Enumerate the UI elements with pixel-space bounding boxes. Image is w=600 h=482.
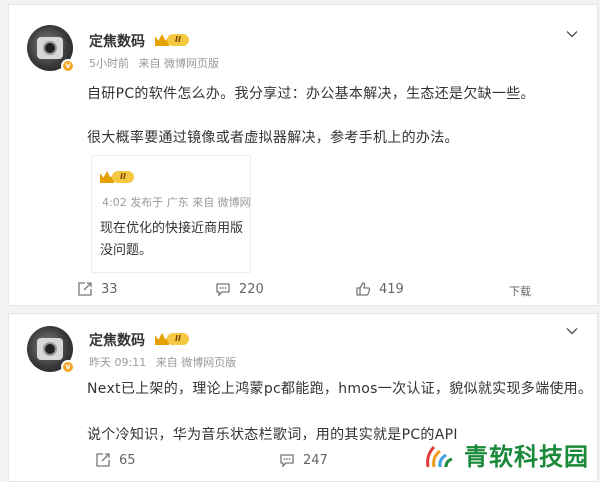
- verified-icon: v: [61, 360, 75, 374]
- share-icon: [77, 281, 93, 297]
- post-source: 来自 微博网页版: [138, 57, 220, 70]
- like-count: 419: [379, 281, 404, 297]
- share-count: 65: [119, 452, 136, 468]
- share-count: 33: [101, 281, 118, 297]
- share-button[interactable]: 33: [77, 281, 118, 297]
- quoted-text-line: 没问题。: [100, 243, 153, 258]
- lens-icon: [43, 342, 57, 356]
- post-meta: 昨天 09:11 来自 微博网页版: [89, 354, 242, 370]
- chevron-down-icon[interactable]: [565, 324, 579, 338]
- weibo-post-card: v 定焦数码 II 5小时前 来自 微博网页版 自研PC的软件怎么办。我分享过：…: [8, 4, 598, 306]
- quoted-meta: 4:02 发布于 广东 来自 微博网: [102, 196, 251, 209]
- comment-button[interactable]: 220: [215, 281, 264, 297]
- download-link[interactable]: 下载: [509, 283, 531, 299]
- watermark: 青软科技园: [422, 432, 592, 476]
- comment-count: 247: [303, 452, 328, 468]
- comment-button[interactable]: 247: [279, 452, 328, 468]
- comment-icon: [279, 452, 295, 468]
- post-time[interactable]: 昨天 09:11: [89, 356, 146, 369]
- lens-icon: [43, 41, 57, 55]
- comment-count: 220: [239, 281, 264, 297]
- author-name[interactable]: 定焦数码: [89, 31, 145, 51]
- level-badge: II: [100, 170, 134, 184]
- post-meta: 5小时前 来自 微博网页版: [89, 55, 225, 71]
- like-icon: [355, 281, 371, 297]
- post-time[interactable]: 5小时前: [89, 57, 129, 70]
- post-text-line: 自研PC的软件怎么办。我分享过：办公基本解决，生态还是欠缺一些。: [87, 86, 535, 102]
- watermark-logo-icon: [422, 435, 460, 473]
- post-source: 来自 微博网页版: [155, 356, 237, 369]
- level-badge[interactable]: II: [155, 33, 189, 47]
- post-text-line: 很大概率要通过镜像或者虚拟器解决，参考手机上的办法。: [87, 130, 459, 146]
- quoted-text: 现在优化的快接近商用版 没问题。: [100, 218, 243, 262]
- comment-icon: [215, 281, 231, 297]
- watermark-text: 青软科技园: [464, 442, 589, 471]
- quoted-post[interactable]: II 4:02 发布于 广东 来自 微博网 现在优化的快接近商用版 没问题。: [91, 155, 251, 273]
- chevron-down-icon[interactable]: [565, 27, 579, 41]
- author-name[interactable]: 定焦数码: [89, 330, 145, 350]
- post-actions: 33 220 419 下载: [9, 281, 599, 301]
- verified-icon: v: [61, 59, 75, 73]
- quoted-text-line: 现在优化的快接近商用版: [100, 221, 244, 236]
- post-text-line: 说个冷知识，华为音乐状态栏歌词，用的其实就是PC的API: [87, 427, 458, 443]
- post-text-line: Next已上架的，理论上鸿蒙pc都能跑，hmos一次认证，貌似就实现多端使用。: [87, 381, 593, 397]
- like-button[interactable]: 419: [355, 281, 404, 297]
- share-icon: [95, 452, 111, 468]
- share-button[interactable]: 65: [95, 452, 136, 468]
- level-badge[interactable]: II: [155, 332, 189, 346]
